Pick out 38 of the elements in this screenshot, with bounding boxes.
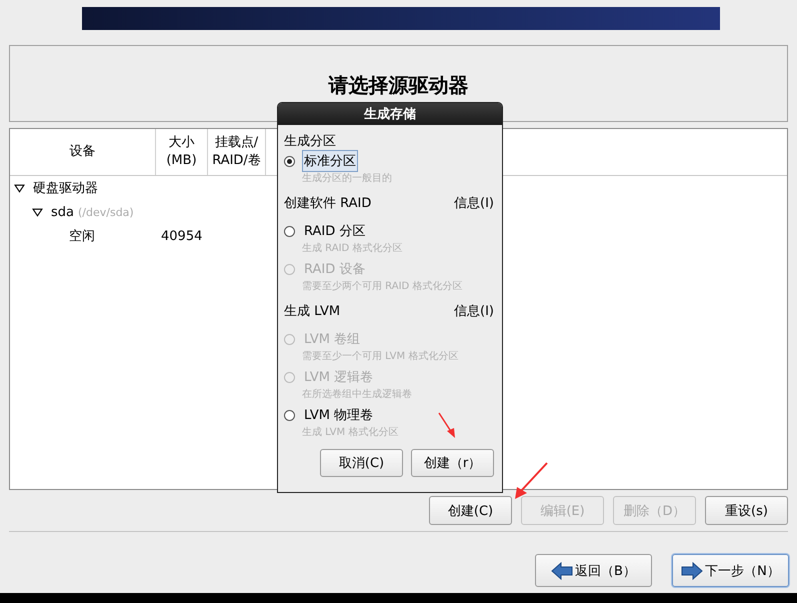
- back-button[interactable]: 返回（B）: [535, 554, 652, 587]
- info-link[interactable]: 信息(I): [454, 302, 494, 320]
- tree-item[interactable]: 硬盘驱动器: [33, 179, 98, 197]
- section-heading: 生成分区: [284, 133, 336, 150]
- annotation-arrow: [513, 461, 549, 501]
- action-button[interactable]: 创建(C): [429, 496, 512, 525]
- dialog-title: 生成存储: [278, 103, 502, 125]
- device-path: (/dev/sda): [78, 206, 134, 218]
- section-heading: 创建软件 RAID: [284, 195, 372, 212]
- option-description: 生成 RAID 格式化分区: [301, 242, 404, 256]
- radio-button[interactable]: [284, 156, 295, 166]
- radio-button[interactable]: [284, 410, 295, 420]
- tree-item[interactable]: sda: [51, 204, 74, 220]
- table-cell-text: 40954: [160, 228, 202, 244]
- option-label[interactable]: RAID 分区: [302, 220, 368, 242]
- expander-icon[interactable]: [32, 206, 43, 218]
- right-arrow-icon: [681, 562, 704, 580]
- radio-button[interactable]: [284, 226, 295, 236]
- column-header[interactable]: 挂载点/ RAID/卷: [208, 129, 266, 175]
- option-description: 需要至少一个可用 LVM 格式化分区: [301, 350, 460, 364]
- option-description: 生成 LVM 格式化分区: [301, 426, 400, 440]
- option-label[interactable]: 标准分区: [302, 150, 358, 172]
- info-link[interactable]: 信息(I): [454, 194, 494, 212]
- cancel-button[interactable]: 取消(C): [320, 449, 403, 477]
- option-description: 生成分区的一般目的: [301, 172, 393, 186]
- option-description: 需要至少两个可用 RAID 格式化分区: [301, 280, 464, 294]
- create-button[interactable]: 创建（r）: [411, 449, 494, 477]
- option-label[interactable]: LVM 物理卷: [302, 404, 376, 426]
- left-arrow-icon: [551, 562, 574, 580]
- section-heading: 生成 LVM: [284, 303, 340, 320]
- expander-icon[interactable]: [14, 182, 25, 194]
- column-header[interactable]: 设备: [10, 129, 156, 175]
- tree-item[interactable]: 空闲: [69, 227, 95, 245]
- action-button[interactable]: 重设(s): [705, 496, 788, 525]
- page-title: 请选择源驱动器: [328, 72, 468, 99]
- option-description: 在所选卷组中生成逻辑卷: [301, 388, 413, 402]
- column-header[interactable]: 大小 (MB): [156, 129, 208, 175]
- next-button[interactable]: 下一步（N）: [672, 554, 789, 587]
